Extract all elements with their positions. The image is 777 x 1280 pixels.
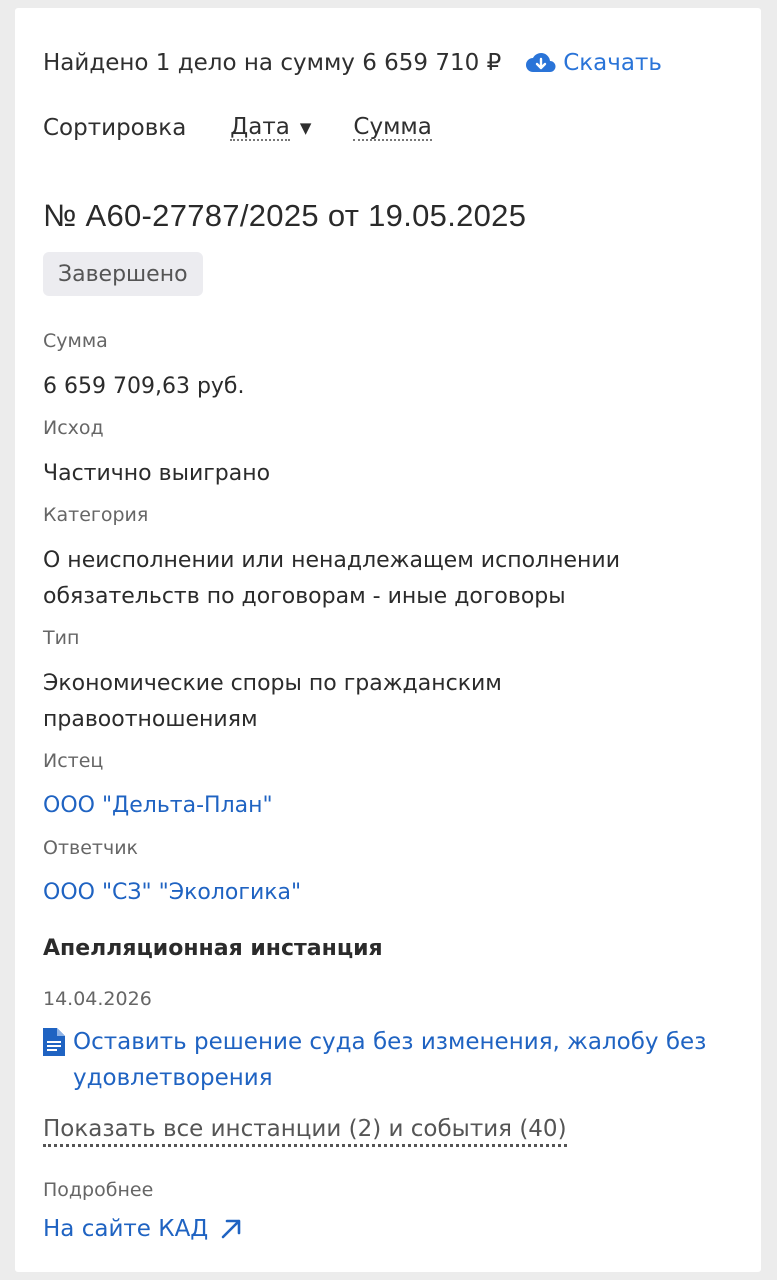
results-summary: Найдено 1 дело на сумму 6 659 710 ₽ Скач…: [43, 41, 662, 85]
plaintiff-link[interactable]: ООО "Дельта-План": [43, 788, 723, 824]
instance-title: Апелляционная инстанция: [43, 936, 383, 961]
sort-by-date[interactable]: Дата ▼: [230, 115, 311, 141]
type-value: Экономические споры по гражданским право…: [43, 671, 502, 732]
case-title: № А60-27787/2025 от 19.05.2025: [43, 198, 527, 233]
defendant-label: Ответчик: [43, 837, 139, 859]
sort-date-label: Дата: [230, 114, 290, 141]
event-document-link[interactable]: Оставить решение суда без изменения, жал…: [43, 1024, 723, 1096]
sort-bar: Сортировка Дата ▼ Сумма: [43, 106, 432, 150]
download-label: Скачать: [563, 50, 662, 76]
document-icon: [43, 1028, 65, 1056]
cloud-download-icon: [526, 53, 556, 72]
download-button[interactable]: Скачать: [525, 50, 662, 76]
amount-value: 6 659 709,63 руб.: [43, 374, 245, 399]
plaintiff-label: Истец: [43, 750, 104, 772]
type-label: Тип: [43, 627, 80, 649]
results-count-text: Найдено 1 дело на сумму 6 659 710 ₽: [43, 50, 502, 76]
category-label: Категория: [43, 504, 149, 526]
amount-label: Сумма: [43, 330, 108, 352]
status-badge: Завершено: [43, 252, 203, 296]
external-link-icon: [221, 1219, 241, 1239]
more-label: Подробнее: [43, 1179, 154, 1201]
event-document-text: Оставить решение суда без изменения, жал…: [73, 1029, 707, 1091]
outcome-value: Частично выиграно: [43, 461, 271, 486]
defendant-link[interactable]: ООО "СЗ" "Экологика": [43, 875, 723, 911]
caret-down-icon: ▼: [299, 119, 312, 137]
sort-by-sum[interactable]: Сумма: [353, 114, 432, 141]
event-date: 14.04.2026: [43, 988, 152, 1010]
outcome-label: Исход: [43, 417, 104, 439]
kad-link[interactable]: На сайте КАД: [43, 1216, 242, 1242]
sort-label: Сортировка: [43, 115, 187, 141]
category-value: О неисполнении или ненадлежащем исполнен…: [43, 548, 621, 609]
show-all-instances-link[interactable]: Показать все инстанции (2) и события (40…: [43, 1114, 567, 1147]
case-card: Найдено 1 дело на сумму 6 659 710 ₽ Скач…: [15, 8, 761, 1272]
kad-link-label: На сайте КАД: [43, 1216, 209, 1242]
sort-sum-label: Сумма: [353, 114, 432, 141]
